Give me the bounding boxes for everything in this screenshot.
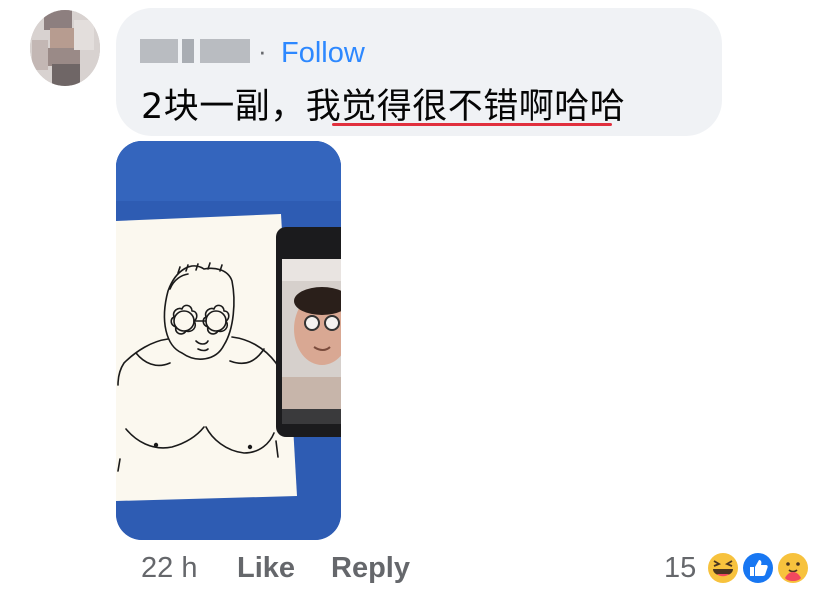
photo-illustration <box>116 141 341 540</box>
haha-icon <box>706 551 740 585</box>
spellcheck-underline <box>332 123 612 126</box>
reply-button[interactable]: Reply <box>331 552 410 585</box>
comment-item: · Follow 2块一副，我觉得很不错啊哈哈 22 h Like Reply … <box>0 0 828 594</box>
like-button[interactable]: Like <box>237 552 295 585</box>
reaction-count[interactable]: 15 <box>664 552 696 585</box>
like-icon <box>741 551 775 585</box>
reaction-icons[interactable] <box>703 548 813 588</box>
comment-timestamp[interactable]: 22 h <box>141 552 197 585</box>
separator-dot: · <box>258 36 267 66</box>
author-name-part <box>200 39 250 63</box>
follow-link[interactable]: Follow <box>281 37 365 70</box>
comment-text: 2块一副，我觉得很不错啊哈哈 <box>141 87 626 127</box>
author-name[interactable] <box>140 39 178 63</box>
author-name-part <box>182 39 194 63</box>
comment-photo[interactable] <box>116 141 341 540</box>
avatar[interactable] <box>30 10 100 86</box>
care-icon <box>776 551 810 585</box>
